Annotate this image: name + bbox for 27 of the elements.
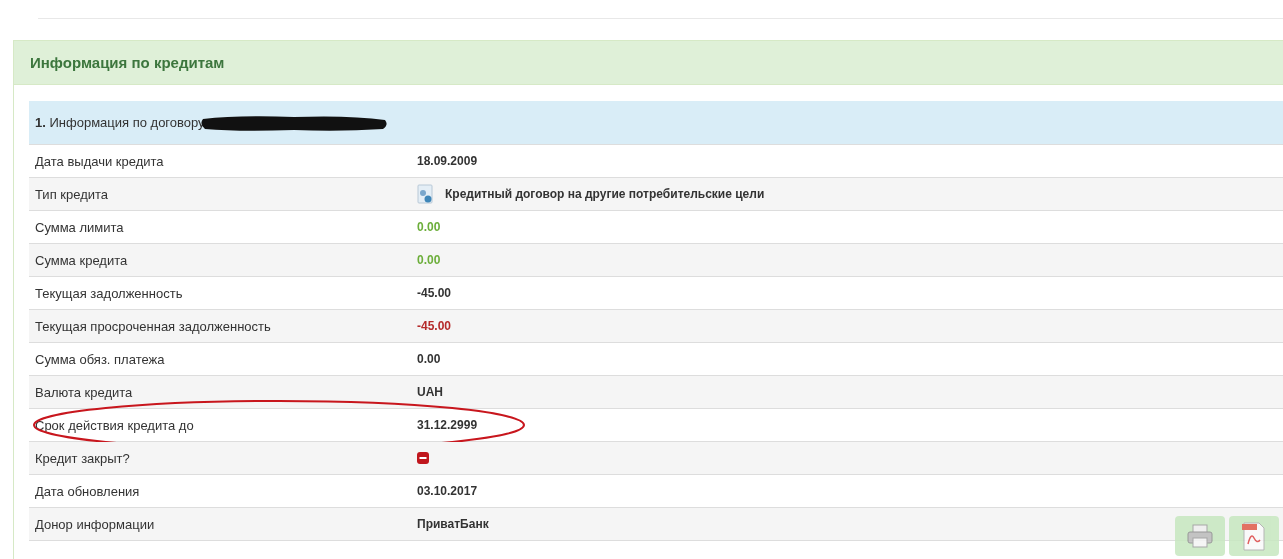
field-label: Сумма обяз. платежа [34,351,166,367]
field-label: Текущая задолженность [34,285,184,301]
field-label: Тип кредита [34,186,110,202]
field-value: Кредитный договор на другие потребительские цели [445,187,765,201]
field-value: 0.00 [417,253,441,267]
field-value: 0.00 [417,220,441,234]
field-value: 03.10.2017 [417,484,478,498]
field-value: 31.12.2999 [417,418,478,432]
field-label: Кредит закрыт? [34,450,131,466]
field-value: UAH [417,385,443,399]
field-label: Дата выдачи кредита [34,153,165,169]
print-button[interactable] [1175,516,1225,556]
pdf-button[interactable] [1229,516,1279,556]
field-label: Текущая просроченная задолженность [34,318,272,334]
field-label: Донор информации [34,516,156,532]
panel-title: Информация по кредитам [30,54,225,71]
field-label: Валюта кредита [34,384,134,400]
field-value: 0.00 [417,352,441,366]
field-label: Сумма лимита [34,219,125,235]
field-value: -45.00 [417,319,452,333]
printer-icon [1185,523,1215,549]
field-label: Дата обновления [34,483,141,499]
field-value: ПриватБанк [417,517,489,531]
field-label: Сумма кредита [34,252,129,268]
field-value: 18.09.2009 [417,154,478,168]
pdf-document-icon [1241,520,1267,552]
field-value: -45.00 [417,286,452,300]
